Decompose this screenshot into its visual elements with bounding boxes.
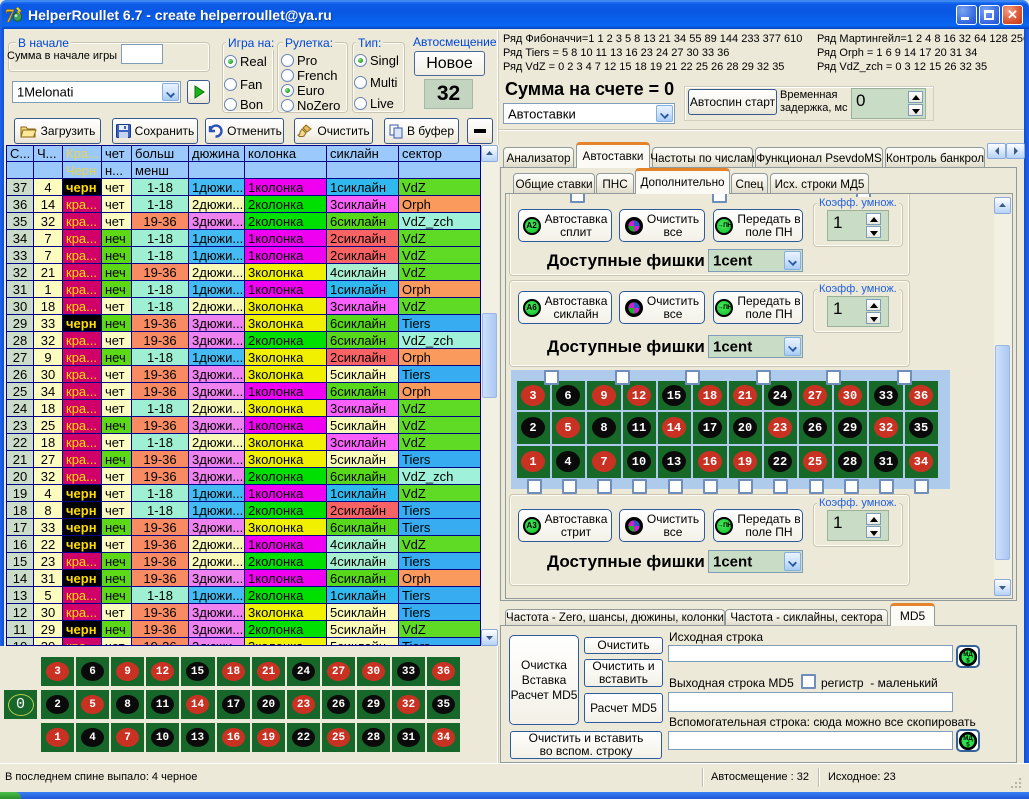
svg-text:5: 5 bbox=[966, 657, 970, 664]
svg-text:5: 5 bbox=[966, 741, 970, 748]
